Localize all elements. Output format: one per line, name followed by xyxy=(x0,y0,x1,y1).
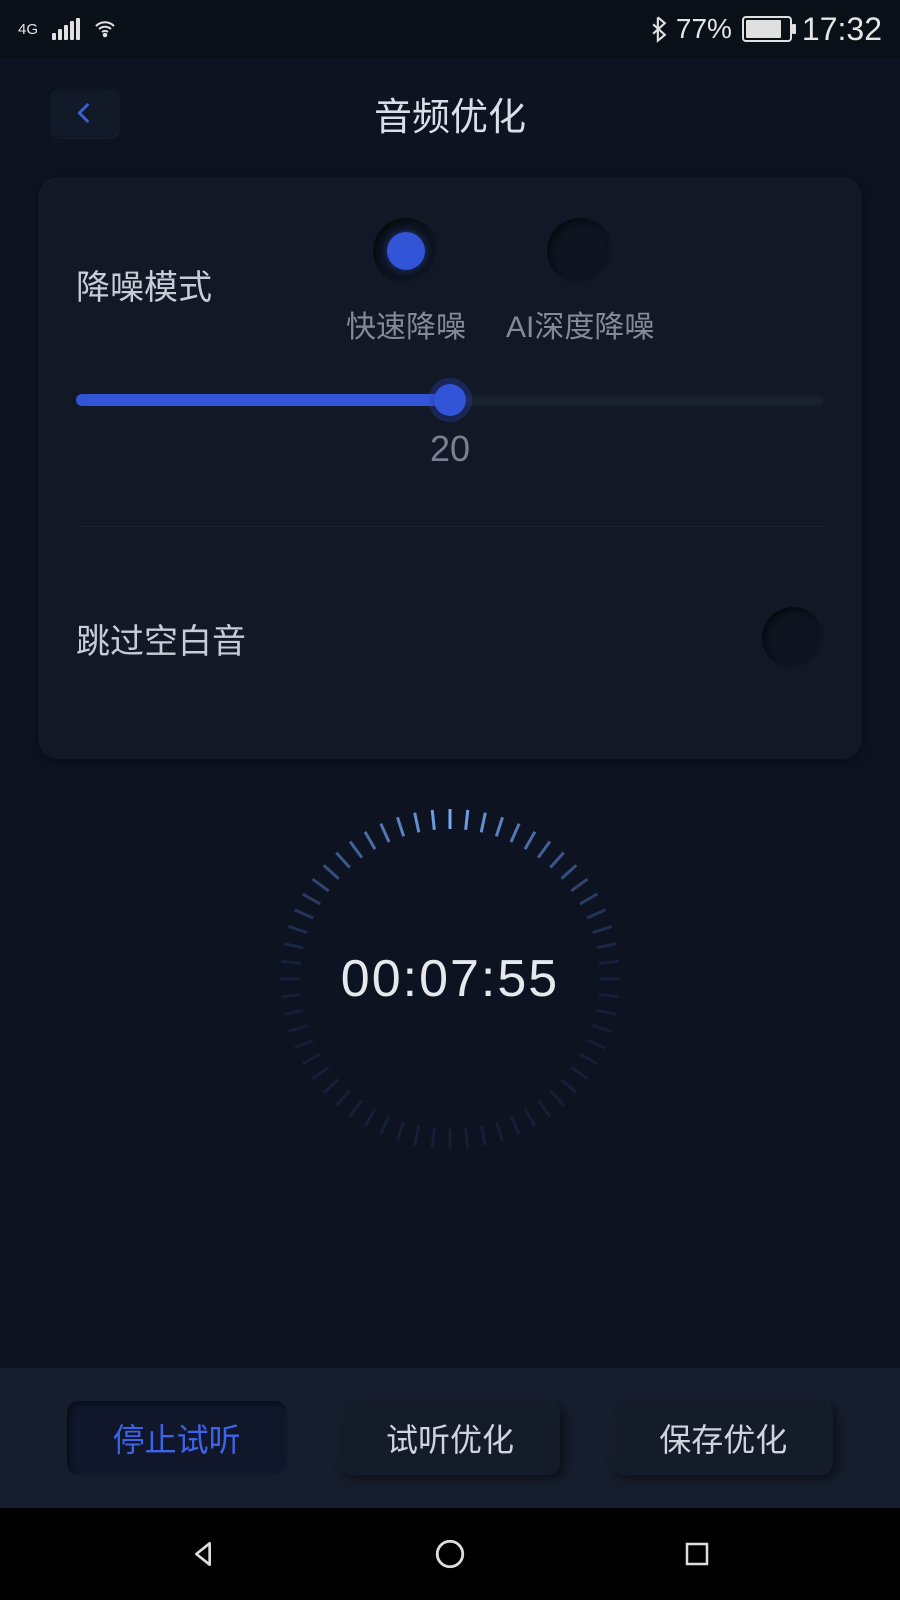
slider-fill xyxy=(76,394,450,406)
back-button[interactable] xyxy=(48,87,120,139)
noise-mode-radio-group: 快速降噪 AI深度降噪 xyxy=(346,218,824,346)
wifi-icon xyxy=(90,17,120,41)
bluetooth-icon xyxy=(648,15,670,43)
bottom-action-bar: 停止试听 试听优化 保存优化 xyxy=(0,1368,900,1508)
noise-reduction-section: 降噪模式 快速降噪 AI深度降噪 20 xyxy=(38,178,862,498)
skip-silence-label: 跳过空白音 xyxy=(76,614,246,663)
chevron-left-icon xyxy=(70,99,98,127)
nav-recent-button[interactable] xyxy=(675,1532,719,1576)
network-indicator: 4G xyxy=(18,22,38,37)
nav-back-button[interactable] xyxy=(181,1532,225,1576)
stop-preview-button[interactable]: 停止试听 xyxy=(67,1401,287,1475)
settings-card: 降噪模式 快速降噪 AI深度降噪 20 跳过空白音 xyxy=(38,178,862,759)
skip-silence-toggle[interactable] xyxy=(762,607,824,669)
save-optimize-button[interactable]: 保存优化 xyxy=(613,1401,833,1475)
stop-preview-label: 停止试听 xyxy=(113,1415,241,1461)
header: 音频优化 xyxy=(0,58,900,168)
status-right: 77% 17:32 xyxy=(648,11,882,48)
skip-silence-row: 跳过空白音 xyxy=(38,527,862,749)
status-time: 17:32 xyxy=(802,11,882,48)
radio-ai-deep-label: AI深度降噪 xyxy=(506,302,654,346)
signal-bars-icon xyxy=(52,18,80,40)
preview-optimize-label: 试听优化 xyxy=(386,1415,514,1461)
noise-mode-row: 降噪模式 快速降噪 AI深度降噪 xyxy=(76,218,824,346)
android-nav-bar xyxy=(0,1508,900,1600)
timer-display: 00:07:55 xyxy=(341,949,559,1009)
slider-value: 20 xyxy=(76,428,824,470)
battery-icon xyxy=(742,16,792,42)
save-optimize-label: 保存优化 xyxy=(659,1415,787,1461)
network-label: 4G xyxy=(18,22,38,37)
triangle-back-icon xyxy=(187,1538,219,1570)
radio-selected-icon xyxy=(373,218,439,284)
radio-ai-deep-noise[interactable]: AI深度降噪 xyxy=(506,218,654,346)
radio-unselected-icon xyxy=(547,218,613,284)
noise-mode-label: 降噪模式 xyxy=(76,260,296,309)
status-left: 4G xyxy=(18,17,120,41)
preview-optimize-button[interactable]: 试听优化 xyxy=(340,1401,560,1475)
radio-fast-noise[interactable]: 快速降噪 xyxy=(346,218,466,346)
slider-thumb[interactable] xyxy=(434,384,466,416)
square-recent-icon xyxy=(682,1539,712,1569)
slider-track xyxy=(76,394,824,406)
status-bar: 4G 77% 17:32 xyxy=(0,0,900,58)
nav-home-button[interactable] xyxy=(428,1532,472,1576)
noise-slider[interactable]: 20 xyxy=(76,394,824,470)
timer-dial: 00:07:55 xyxy=(270,799,630,1159)
timer-section: 00:07:55 xyxy=(0,799,900,1159)
page-title: 音频优化 xyxy=(374,86,526,141)
circle-home-icon xyxy=(433,1537,467,1571)
battery-percent: 77% xyxy=(676,13,732,45)
radio-fast-label: 快速降噪 xyxy=(346,302,466,346)
